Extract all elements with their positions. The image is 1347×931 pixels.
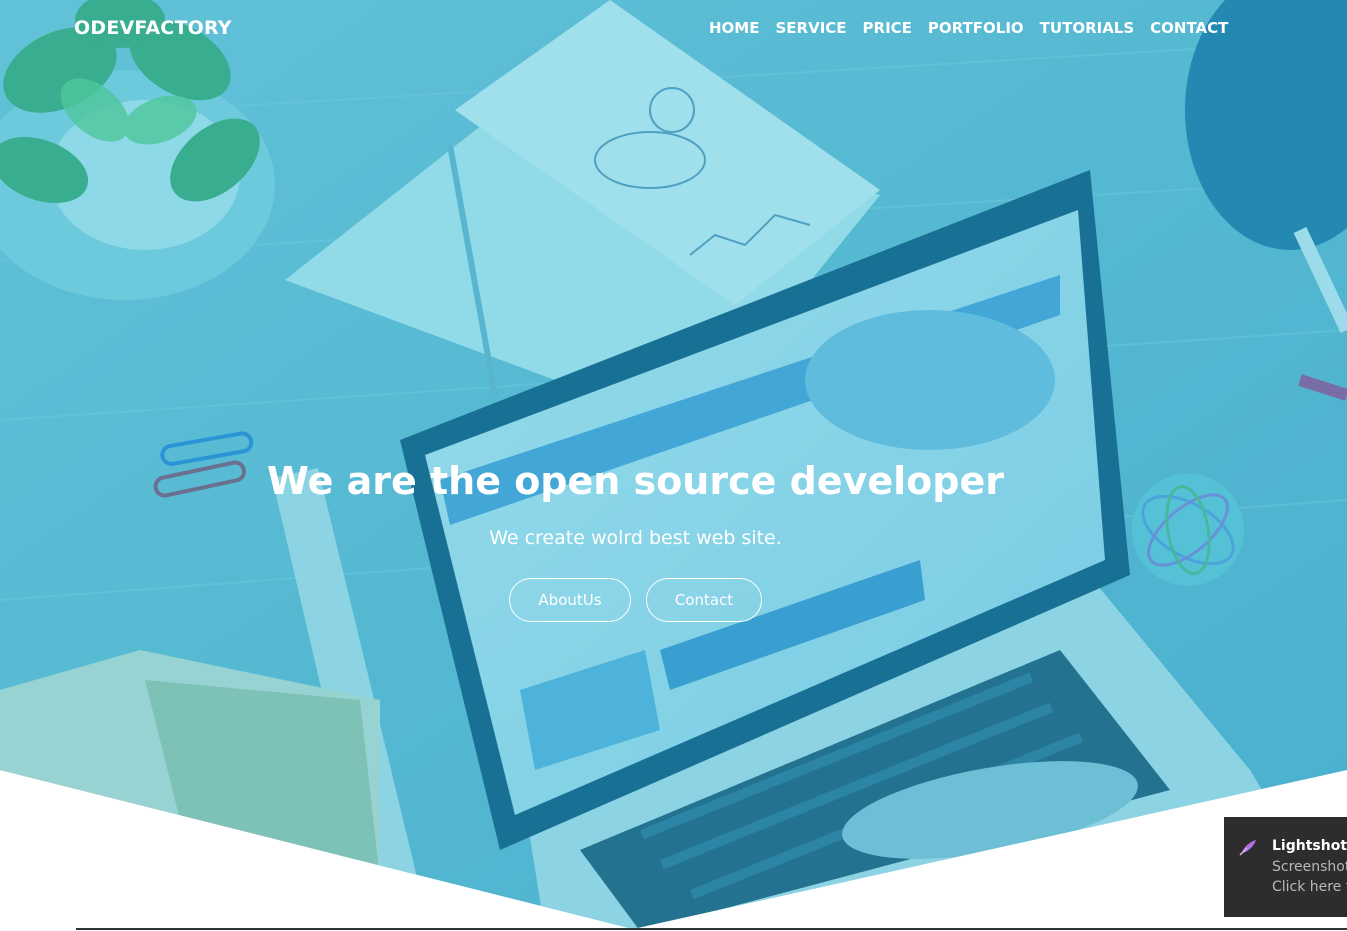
notification-line-1: Screenshot: [1272, 859, 1347, 875]
nav-item-home[interactable]: HOME: [709, 19, 759, 37]
hero-title: We are the open source developer: [267, 459, 1004, 503]
nav-item-price[interactable]: PRICE: [863, 19, 912, 37]
nav-item-tutorials[interactable]: TUTORIALS: [1040, 19, 1135, 37]
hero-subtitle: We create wolrd best web site.: [489, 527, 782, 549]
nav-item-portfolio[interactable]: PORTFOLIO: [928, 19, 1024, 37]
nav-item-contact[interactable]: CONTACT: [1150, 19, 1228, 37]
notification-line-2: Click here t: [1272, 879, 1347, 895]
feather-icon: [1239, 840, 1256, 856]
brand-logo[interactable]: ODEVFACTORY: [74, 17, 232, 39]
lightshot-notification[interactable]: Lightshot Screenshot Click here t: [1224, 817, 1347, 917]
nav-item-service[interactable]: SERVICE: [775, 19, 846, 37]
section-divider: [76, 928, 1347, 930]
contact-button[interactable]: Contact: [646, 578, 762, 622]
top-navbar: ODEVFACTORY HOME SERVICE PRICE PORTFOLIO…: [0, 0, 1347, 60]
nav-menu: HOME SERVICE PRICE PORTFOLIO TUTORIALS C…: [709, 19, 1244, 37]
about-us-button[interactable]: AboutUs: [509, 578, 631, 622]
notification-title: Lightshot: [1272, 838, 1347, 854]
